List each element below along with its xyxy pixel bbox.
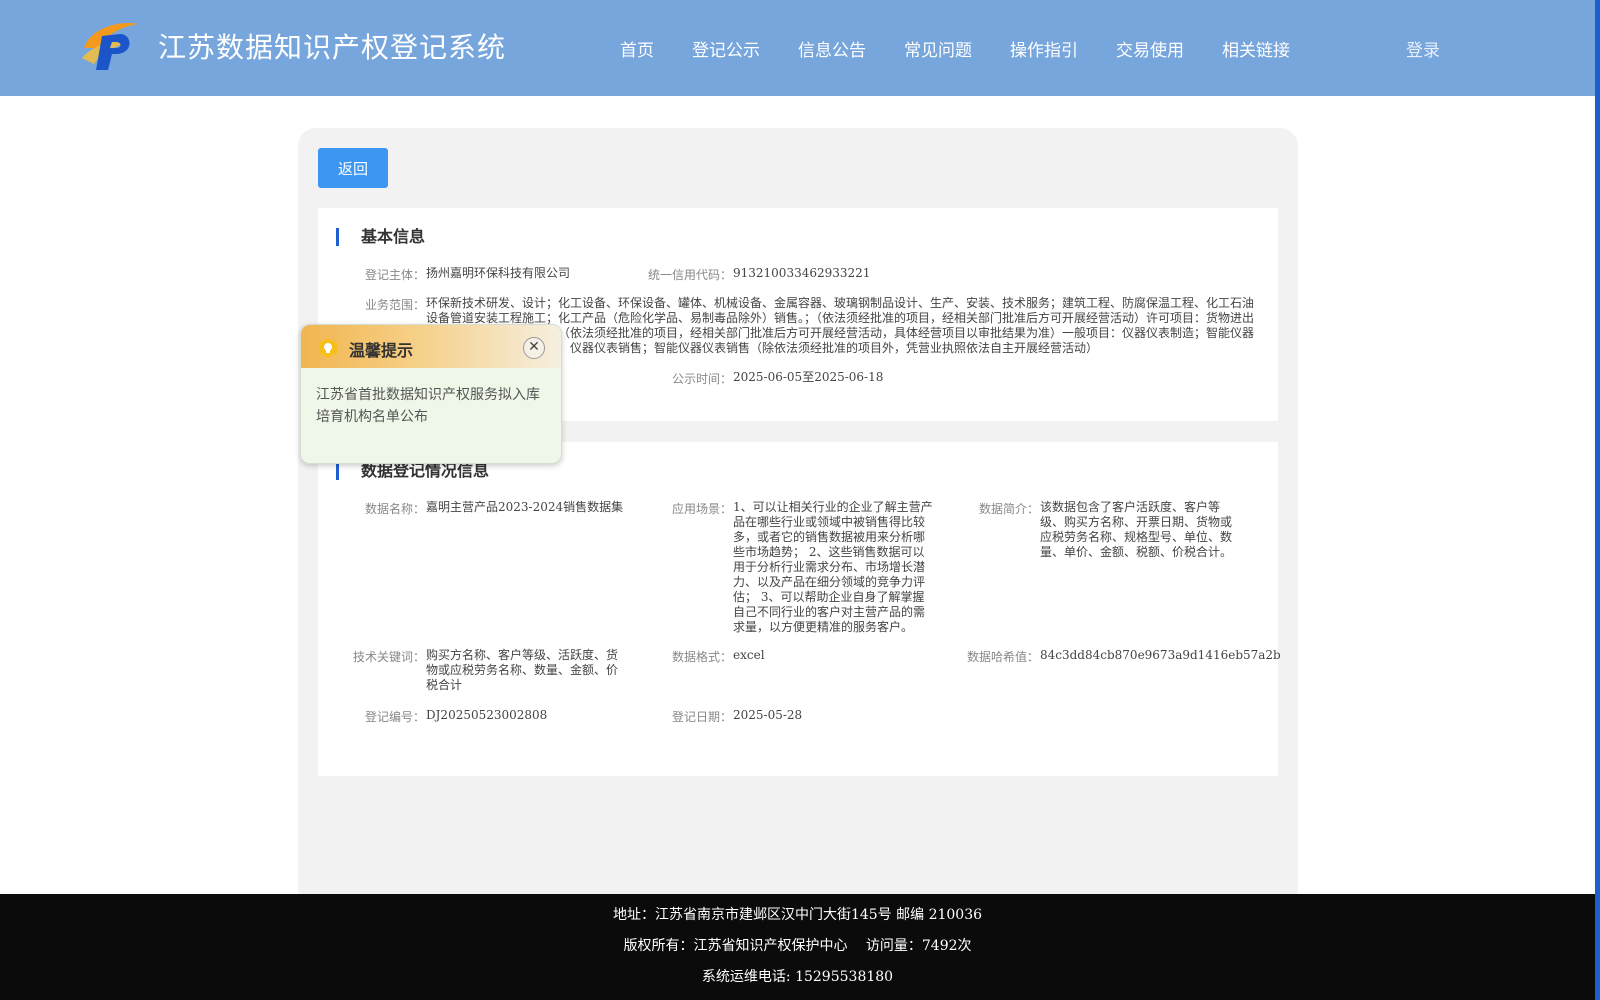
nav-home[interactable]: 首页 xyxy=(620,36,654,61)
nav-links[interactable]: 相关链接 xyxy=(1222,36,1290,61)
popup-title: 温馨提示 xyxy=(349,341,414,360)
site-title: 江苏数据知识产权登记系统 xyxy=(158,31,507,64)
data-name-label: 数据名称： xyxy=(364,502,425,516)
footer-address: 地址：江苏省南京市建邺区汉中门大街145号 邮编 210036 xyxy=(612,907,983,923)
data-hash-value: 84c3dd84cb870e9673a9d1416eb57a2b xyxy=(1040,648,1281,662)
publicity-period-value: 2025-06-05至2025-06-18 xyxy=(733,370,884,384)
data-registration-title: 数据登记情况信息 xyxy=(336,462,489,480)
notice-popup[interactable]: 温馨提示 ✕ 江苏省首批数据知识产权服务拟入库培育机构名单公布 xyxy=(300,324,562,464)
page-edge-strip xyxy=(1595,0,1600,1000)
login-link[interactable]: 登录 xyxy=(1406,36,1440,61)
subject-value: 扬州嘉明环保科技有限公司 xyxy=(426,266,571,280)
footer-copyright: 版权所有：江苏省知识产权保护中心 访问量：7492次 xyxy=(623,938,972,954)
popup-header: 温馨提示 ✕ xyxy=(301,325,561,368)
data-hash-label: 数据哈希值： xyxy=(966,650,1039,664)
footer-phone: 系统运维电话: 15295538180 xyxy=(701,969,894,985)
popup-message-link[interactable]: 江苏省首批数据知识产权服务拟入库培育机构名单公布 xyxy=(301,368,561,428)
registration-date-value: 2025-05-28 xyxy=(733,708,803,722)
basic-info-title: 基本信息 xyxy=(336,228,425,246)
credit-code-label: 统一信用代码： xyxy=(647,268,732,282)
header-bar: 江苏数据知识产权登记系统 首页 登记公示 信息公告 常见问题 操作指引 交易使用… xyxy=(0,0,1595,96)
registration-number-value: DJ20250523002808 xyxy=(426,708,548,722)
application-scene-label: 应用场景： xyxy=(671,502,732,516)
publicity-period-label: 公示时间： xyxy=(671,372,732,386)
data-registration-panel: 数据登记情况信息 数据名称： 嘉明主营产品2023-2024销售数据集 应用场景… xyxy=(318,442,1281,776)
site-logo-icon[interactable] xyxy=(80,18,140,72)
nav-trading[interactable]: 交易使用 xyxy=(1116,36,1184,61)
data-intro-label: 数据简介： xyxy=(978,502,1039,516)
detail-container: 返回 基本信息 登记主体： 扬州嘉明环保科技有限公司 统一信用代码： 91321… xyxy=(298,128,1298,908)
close-icon[interactable]: ✕ xyxy=(523,337,545,359)
lightbulb-icon xyxy=(319,338,337,358)
tech-keywords-value: 购买方名称、客户等级、活跃度、货物或应税劳务名称、数量、金额、价税合计 xyxy=(426,648,619,692)
data-name-value: 嘉明主营产品2023-2024销售数据集 xyxy=(426,500,624,514)
subject-label: 登记主体： xyxy=(364,268,425,282)
credit-code-value: 913210033462933221 xyxy=(733,266,871,280)
main-nav: 首页 登记公示 信息公告 常见问题 操作指引 交易使用 相关链接 xyxy=(620,36,1328,61)
registration-number-label: 登记编号： xyxy=(364,710,425,724)
back-button[interactable]: 返回 xyxy=(318,148,388,188)
tech-keywords-label: 技术关键词： xyxy=(352,650,425,664)
data-format-label: 数据格式： xyxy=(671,650,732,664)
business-scope-label: 业务范围： xyxy=(364,298,425,312)
data-format-value: excel xyxy=(733,648,765,662)
nav-faq[interactable]: 常见问题 xyxy=(904,36,972,61)
nav-guide[interactable]: 操作指引 xyxy=(1010,36,1078,61)
data-intro-value: 该数据包含了客户活跃度、客户等级、购买方名称、开票日期、货物或应税劳务名称、规格… xyxy=(1040,500,1233,559)
nav-announcements[interactable]: 信息公告 xyxy=(798,36,866,61)
footer: 地址：江苏省南京市建邺区汉中门大街145号 邮编 210036 版权所有：江苏省… xyxy=(0,894,1595,1000)
nav-registration-publicity[interactable]: 登记公示 xyxy=(692,36,760,61)
registration-date-label: 登记日期： xyxy=(671,710,732,724)
application-scene-value: 1、可以让相关行业的企业了解主营产品在哪些行业或领域中被销售得比较多，或者它的销… xyxy=(733,500,933,634)
